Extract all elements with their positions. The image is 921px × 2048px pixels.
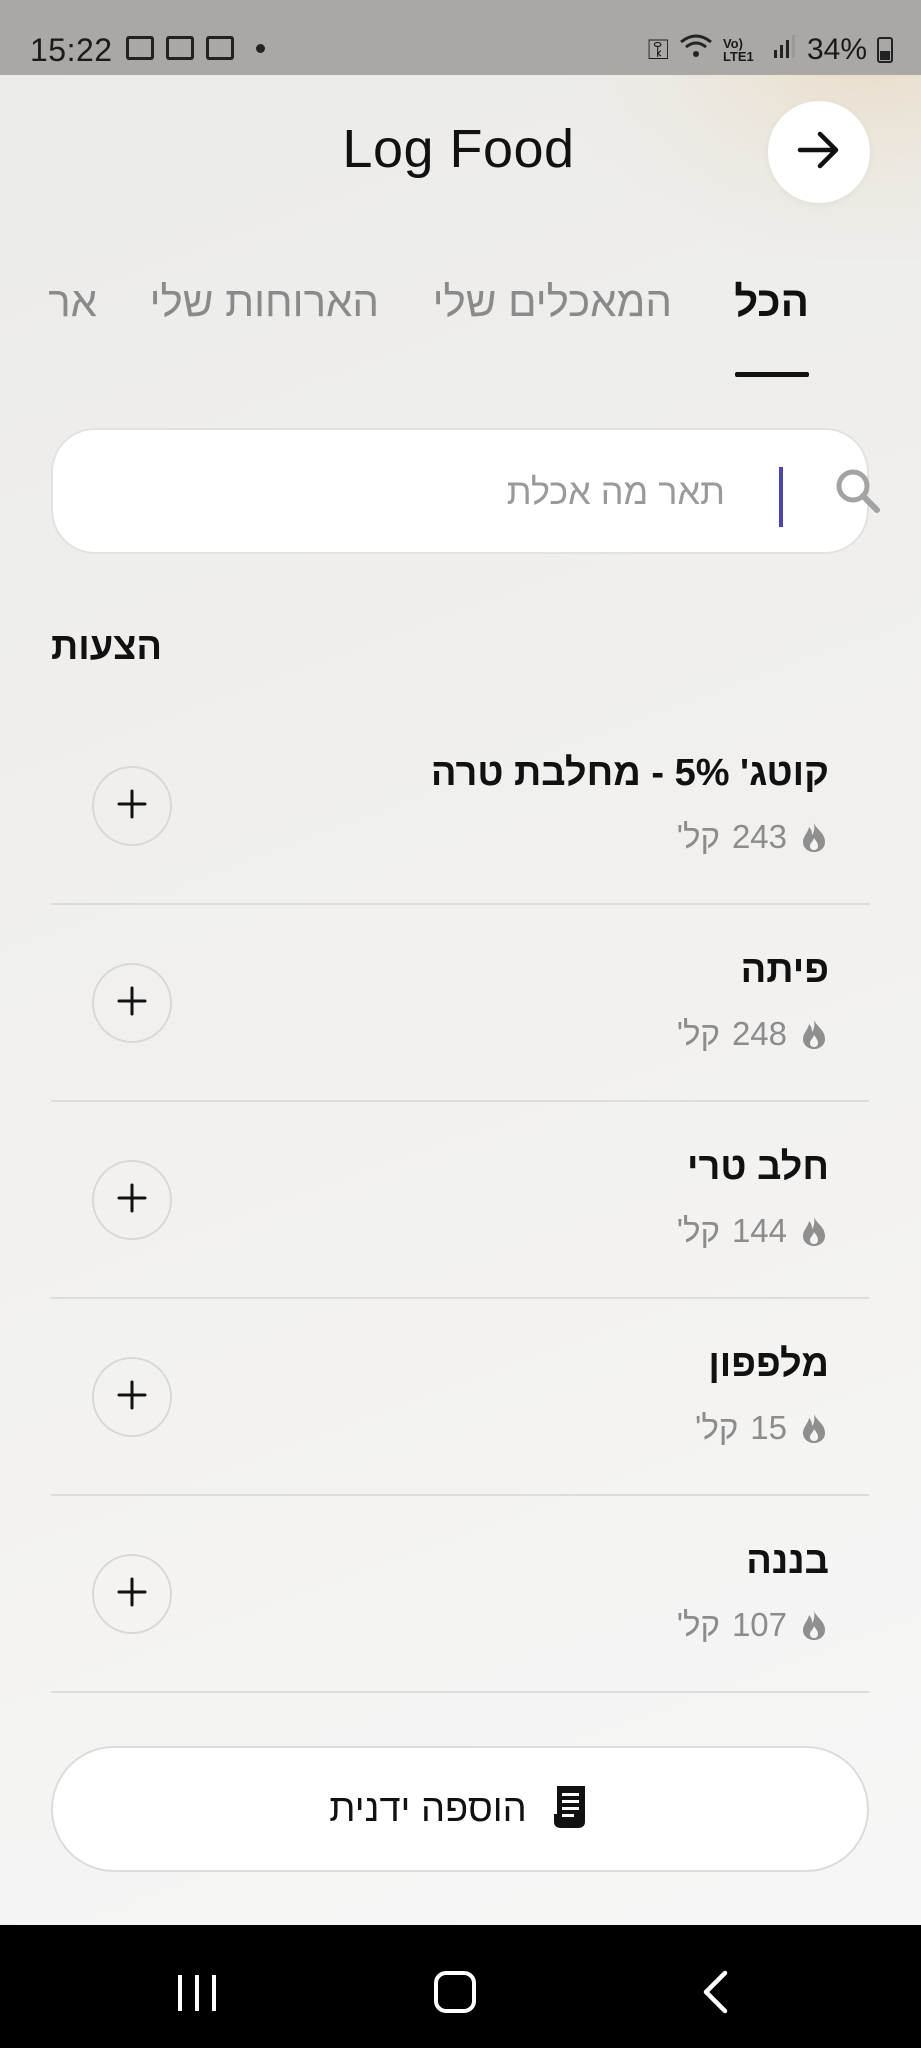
calorie-value: 248 [731,1015,787,1052]
flame-icon [799,1609,829,1641]
calorie-value: 107 [731,1606,787,1643]
status-time: 15:22 [30,32,113,68]
calorie-value: 243 [731,818,787,855]
tab-my-foods[interactable]: המאכלים שלי [433,278,672,326]
manual-add-label: הוספה ידנית [329,1787,527,1830]
food-name: בננה [746,1540,829,1582]
food-name: קוטג' 5% - מחלבת טרה [430,752,829,794]
more-notifications-icon [256,43,265,53]
calorie-value: 144 [731,1212,787,1249]
battery-icon [877,37,893,63]
flame-icon [799,821,829,853]
food-calories: 248 קל' [677,1015,829,1053]
list-item[interactable]: בננה 107 קל' [51,1496,869,1693]
receipt-icon [551,1784,591,1835]
text-caret [779,467,783,527]
status-bar: 15:22 ⚿ Vo) LTE1 34% [0,0,921,75]
list-item[interactable]: מלפפון 15 קל' [51,1299,869,1496]
food-name: חלב טרי [687,1146,829,1188]
system-navigation-bar [0,1925,921,2048]
network-label: Vo) LTE1 [722,36,754,64]
manual-add-button[interactable]: הוספה ידנית [51,1746,869,1872]
battery-percent: 34% [806,33,867,66]
arrow-right-icon [796,130,842,175]
tab-active-indicator [735,372,809,377]
food-calories: 243 קל' [677,818,829,856]
search-icon[interactable] [833,466,883,521]
add-button[interactable] [92,1357,172,1437]
plus-icon [116,1576,148,1613]
home-icon[interactable] [434,1971,476,2013]
vpn-key-icon: ⚿ [647,33,669,65]
tab-all[interactable]: הכל [734,278,809,326]
plus-icon [116,1182,148,1219]
food-name: פיתה [740,949,829,991]
signal-icon [773,33,797,67]
search-box[interactable] [51,428,880,554]
app-notification-icon [206,36,234,60]
plus-icon [116,1379,148,1416]
calorie-unit: קל' [676,1015,720,1052]
wifi-icon [679,32,713,68]
calorie-value: 15 [750,1409,787,1446]
calorie-unit: קל' [676,818,720,855]
calorie-unit: קל' [695,1409,739,1446]
tab-bar: הכל המאכלים שלי הארוחות שלי אר [0,278,921,378]
back-icon[interactable] [700,1969,730,2020]
add-button[interactable] [92,1554,172,1634]
food-calories: 15 קל' [695,1409,829,1447]
list-item[interactable]: חלב טרי 144 קל' [51,1102,869,1299]
flame-icon [799,1018,829,1050]
calorie-unit: קל' [676,1606,720,1643]
flame-icon [799,1412,829,1444]
add-button[interactable] [92,963,172,1043]
screen: 15:22 ⚿ Vo) LTE1 34% Log Food הכל המאכלי… [0,0,921,2048]
recent-apps-icon[interactable] [176,1973,218,2018]
food-name: מלפפון [708,1343,829,1385]
gallery-icon [126,36,154,60]
add-button[interactable] [92,1160,172,1240]
card-icon [166,36,194,60]
suggestions-list: קוטג' 5% - מחלבת טרה 243 קל' פיתה 248 קל… [51,708,869,1693]
forward-button[interactable] [768,101,870,203]
add-button[interactable] [92,766,172,846]
list-item[interactable]: קוטג' 5% - מחלבת טרה 243 קל' [51,708,869,905]
tab-truncated[interactable]: אר [48,278,97,326]
search-input[interactable] [143,458,727,526]
calorie-unit: קל' [676,1212,720,1249]
food-calories: 107 קל' [677,1606,829,1644]
plus-icon [116,985,148,1022]
suggestions-title: הצעות [51,626,163,668]
food-calories: 144 קל' [677,1212,829,1250]
tab-my-meals[interactable]: הארוחות שלי [150,278,379,326]
plus-icon [116,788,148,825]
list-item[interactable]: פיתה 248 קל' [51,905,869,1102]
flame-icon [799,1215,829,1247]
